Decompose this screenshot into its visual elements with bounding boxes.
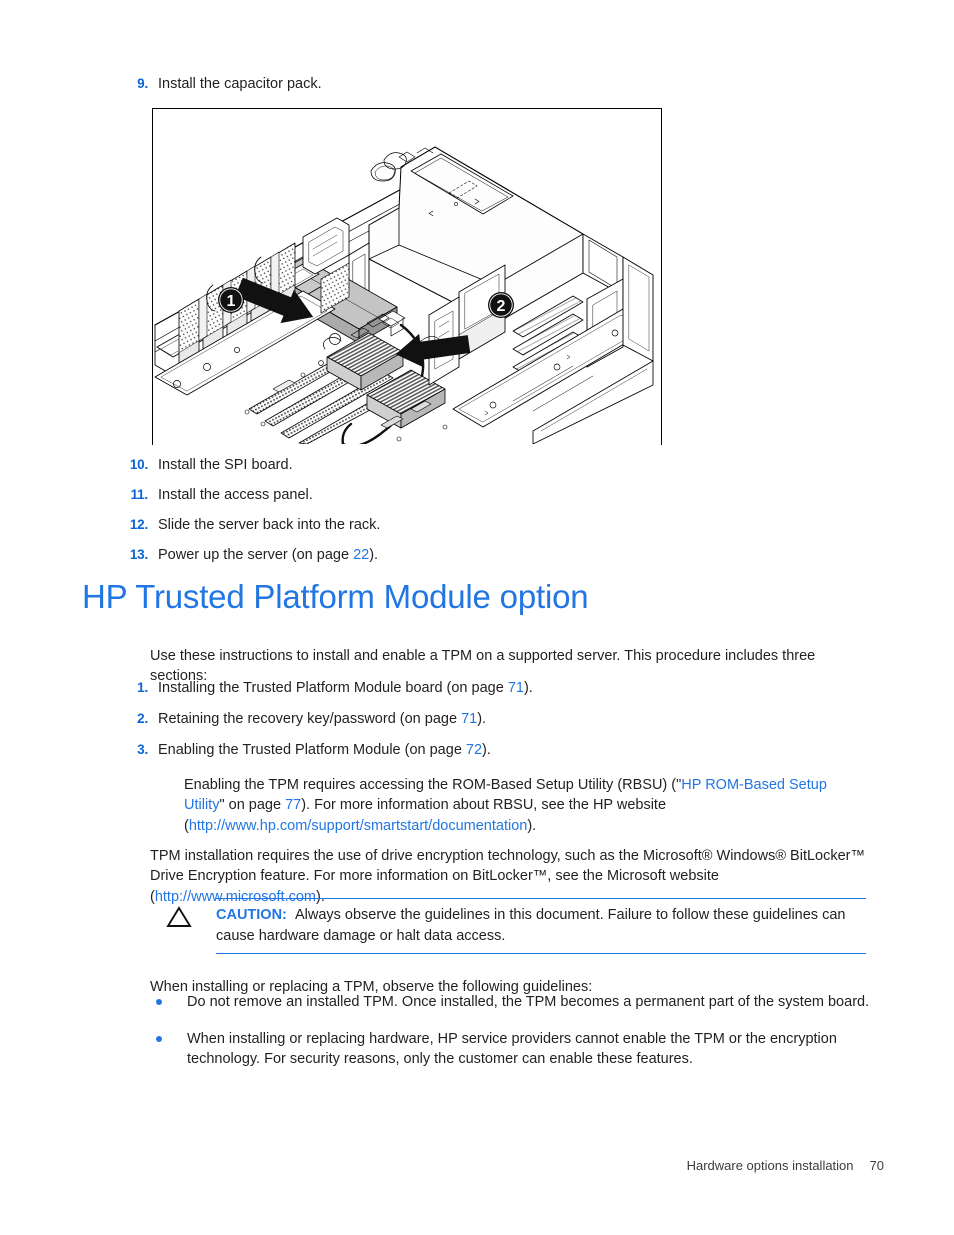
step-text-pre: Installing the Trusted Platform Module b… [158,680,508,696]
page-title: HP Trusted Platform Module option [82,578,589,615]
footer-page-number: 70 [869,1158,884,1173]
step-number: 2. [137,711,148,727]
list-item: 12. Slide the server back into the rack. [112,515,381,536]
list-item: 2. Retaining the recovery key/password (… [116,709,533,730]
step-text: Install the SPI board. [158,457,293,473]
step-number: 11. [130,487,149,503]
page-link-71b[interactable]: 71 [461,711,477,727]
page-link-22[interactable]: 22 [353,547,369,563]
step-text: Enabling the Trusted Platform Module (on… [158,740,491,761]
caution-text: CAUTION: Always observe the guidelines i… [216,905,866,946]
step-text-pre: Power up the server (on page [158,547,354,564]
rbsu-text-4: ). [527,817,537,834]
server-chassis-illustration: 1 2 [152,108,662,445]
caution-body: CAUTION: Always observe the guidelines i… [216,898,866,955]
list-item: When installing or replacing hardware, H… [150,1029,880,1070]
step-text: Install the access panel. [158,487,313,504]
step-text: Retaining the recovery key/password (on … [158,709,486,730]
step-text: Installing the Trusted Platform Module b… [158,678,533,699]
step-number: 10. [129,457,148,472]
bullet-dot-icon [150,992,187,1005]
hp-smartstart-url-link[interactable]: http://www.hp.com/support/smartstart/doc… [189,818,527,834]
rbsu-text-2: " on page [219,797,286,814]
callout-badge-1: 1 [218,287,244,313]
page-link-72[interactable]: 72 [466,742,482,758]
step-number: 3. [137,742,148,758]
step-number: 1. [137,680,148,695]
list-item: 13. Power up the server (on page 22). [112,545,380,566]
bullet-text: Do not remove an installed TPM. Once ins… [187,994,870,1010]
list-item: 1. Installing the Trusted Platform Modul… [116,678,533,699]
step-number: 13. [129,547,148,563]
bullet-text: When installing or replacing hardware, H… [187,1030,837,1068]
step-9-list: 9. Install the capacitor pack. [118,74,322,101]
illustration-svg: 1 2 [154,146,654,444]
step-text: Slide the server back into the rack. [158,517,381,534]
guidelines-bullet-list: Do not remove an installed TPM. Once ins… [150,992,880,1086]
list-item: 9. Install the capacitor pack. [118,74,322,95]
page-link-77[interactable]: 77 [285,797,301,813]
bullet-dot-icon [150,1029,187,1042]
step-number: 12. [129,517,148,533]
list-item: 3. Enabling the Trusted Platform Module … [116,740,533,761]
svg-text:1: 1 [227,293,236,310]
rbsu-text-1: Enabling the TPM requires accessing the … [184,776,682,793]
footer-section-title: Hardware options installation [686,1158,854,1173]
step-text: Install the capacitor pack. [158,76,322,92]
step-text-pre: Enabling the Trusted Platform Module (on… [158,742,466,759]
document-page: 9. Install the capacitor pack. 1 2 10. I… [0,0,954,1235]
step-text-post: ). [482,742,491,759]
step-text-post: ). [523,680,533,696]
caution-label: CAUTION: [216,907,287,923]
rbsu-paragraph: Enabling the TPM requires accessing the … [184,775,866,837]
step-number: 9. [137,76,148,91]
page-link-71a[interactable]: 71 [508,680,524,696]
step-text: Power up the server (on page 22). [158,545,378,566]
caution-message: Always observe the guidelines in this do… [216,907,846,944]
steps-10-13-list: 10. Install the SPI board. 11. Install t… [112,455,381,575]
caution-callout: CAUTION: Always observe the guidelines i… [166,898,866,955]
step-text-post: ). [369,547,379,564]
list-item: 10. Install the SPI board. [112,455,380,476]
step-text-post: ). [477,711,487,728]
step-text-pre: Retaining the recovery key/password (on … [158,711,462,728]
callout-badge-2: 2 [488,292,514,318]
list-item: Do not remove an installed TPM. Once ins… [150,992,880,1013]
page-footer: Hardware options installation 70 [0,1158,884,1173]
svg-text:2: 2 [497,298,506,315]
list-item: 11. Install the access panel. [112,485,380,506]
tpm-sections-list: 1. Installing the Trusted Platform Modul… [116,678,533,771]
warning-triangle-icon [166,906,192,928]
